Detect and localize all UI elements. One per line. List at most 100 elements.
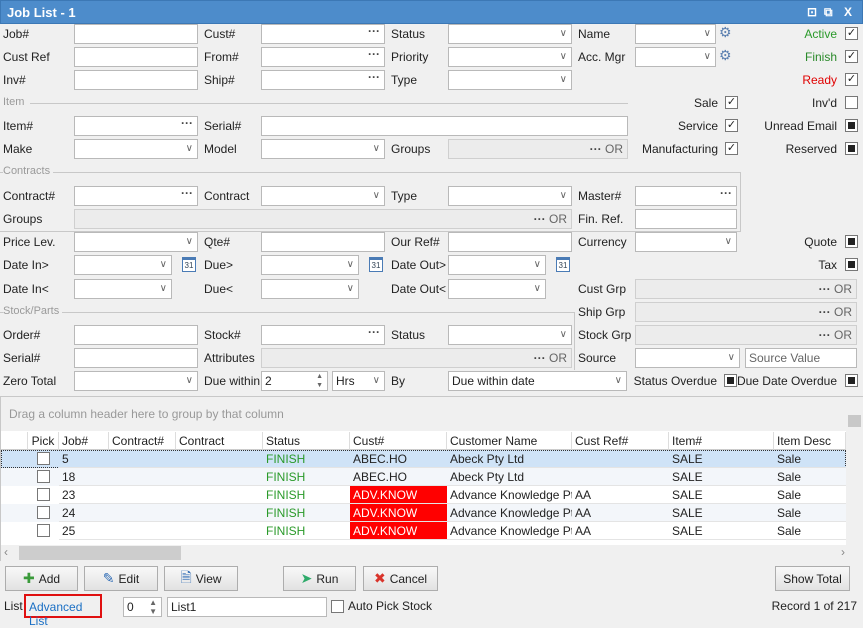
ready-checkbox[interactable]: ✓ <box>845 73 858 86</box>
serial-no-input[interactable] <box>261 116 628 136</box>
status-overdue-checkbox[interactable] <box>724 374 737 387</box>
column-header[interactable]: Item# <box>669 432 774 450</box>
date-in-lt-dropdown[interactable]: ∨ <box>74 279 172 299</box>
gear-icon[interactable]: ⚙ <box>719 24 732 41</box>
cancel-button[interactable]: ✖ Cancel <box>363 566 438 591</box>
price-lev-dropdown[interactable]: ∨ <box>74 232 198 252</box>
ellipsis-icon[interactable]: ··· <box>368 71 380 86</box>
type-dropdown[interactable]: ∨ <box>448 70 572 90</box>
from-no-input[interactable]: ··· <box>261 47 385 67</box>
cust-grp-input[interactable]: ··· OR <box>635 279 857 299</box>
column-header[interactable]: Customer Name <box>447 432 572 450</box>
date-out-lt-dropdown[interactable]: ∨ <box>448 279 546 299</box>
or-toggle[interactable]: ··· OR <box>819 303 852 321</box>
qte-no-input[interactable] <box>261 232 385 252</box>
table-row[interactable]: 24 FINISH ADV.KNOW Advance Knowledge Pty AA S… <box>1 504 846 522</box>
invd-checkbox[interactable] <box>845 96 858 109</box>
cust-no-input[interactable]: ··· <box>261 24 385 44</box>
acc-mgr-dropdown[interactable]: ∨ <box>635 47 716 67</box>
date-out-gt-dropdown[interactable]: ∨ <box>448 255 546 275</box>
model-dropdown[interactable]: ∨ <box>261 139 385 159</box>
due-unit-dropdown[interactable]: Hrs ∨ <box>332 371 385 391</box>
ship-no-input[interactable]: ··· <box>261 70 385 90</box>
table-row[interactable]: 5 FINISH ABEC.HO Abeck Pty Ltd SALE Sale <box>1 450 846 468</box>
job-no-input[interactable] <box>74 24 198 44</box>
cell-item: SALE <box>669 522 774 540</box>
cust-ref-input[interactable] <box>74 47 198 67</box>
inv-no-input[interactable] <box>74 70 198 90</box>
pick-checkbox[interactable] <box>37 506 50 519</box>
vertical-scrollbar[interactable] <box>846 397 863 545</box>
due-gt-dropdown[interactable]: ∨ <box>261 255 359 275</box>
close-button[interactable]: X <box>844 5 852 19</box>
currency-dropdown[interactable]: ∨ <box>635 232 737 252</box>
job-no-label: Job# <box>3 27 30 41</box>
zero-total-dropdown[interactable]: ∨ <box>74 371 198 391</box>
gear-icon[interactable]: ⚙ <box>719 47 732 64</box>
finish-checkbox[interactable]: ✓ <box>845 50 858 63</box>
column-header[interactable]: Contract# <box>109 432 176 450</box>
tax-checkbox[interactable] <box>845 258 858 271</box>
date-in-gt-dropdown[interactable]: ∨ <box>74 255 172 275</box>
column-header[interactable]: Pick <box>28 432 59 450</box>
due-date-overdue-checkbox[interactable] <box>845 374 858 387</box>
or-toggle[interactable]: ··· OR <box>819 280 852 298</box>
priority-dropdown[interactable]: ∨ <box>448 47 572 67</box>
pick-checkbox[interactable] <box>37 470 50 483</box>
table-row[interactable]: 23 FINISH ADV.KNOW Advance Knowledge Pty AA S… <box>1 486 846 504</box>
groups-input[interactable]: ··· OR <box>448 139 628 159</box>
column-header[interactable]: Contract <box>176 432 263 450</box>
calendar-icon[interactable]: 31 <box>556 257 570 272</box>
our-ref-input[interactable] <box>448 232 572 252</box>
column-header[interactable]: Item Desc <box>774 432 846 450</box>
column-header[interactable]: Job# <box>59 432 109 450</box>
pin-icon[interactable]: ⊡ <box>807 5 817 19</box>
active-checkbox[interactable]: ✓ <box>845 27 858 40</box>
ellipsis-icon[interactable]: ··· <box>368 25 380 40</box>
ellipsis-icon[interactable]: ··· <box>181 117 193 132</box>
scrollbar-thumb[interactable] <box>19 546 181 560</box>
status-dropdown[interactable]: ∨ <box>448 24 572 44</box>
add-button[interactable]: ✚ Add <box>5 566 78 591</box>
unread-email-checkbox[interactable] <box>845 119 858 132</box>
list-name-input[interactable]: List1 <box>167 597 327 617</box>
due-lt-dropdown[interactable]: ∨ <box>261 279 359 299</box>
or-toggle[interactable]: ··· OR <box>590 140 623 158</box>
auto-pick-stock-checkbox[interactable] <box>331 600 344 613</box>
by-dropdown[interactable]: Due within date ∨ <box>448 371 627 391</box>
or-toggle[interactable]: ··· OR <box>819 326 852 344</box>
sale-label: Sale <box>693 96 718 110</box>
run-button[interactable]: ➤ Run <box>283 566 356 591</box>
manufacturing-checkbox[interactable]: ✓ <box>725 142 738 155</box>
service-checkbox[interactable]: ✓ <box>725 119 738 132</box>
ship-grp-input[interactable]: ··· OR <box>635 302 857 322</box>
reserved-checkbox[interactable] <box>845 142 858 155</box>
show-total-button[interactable]: Show Total <box>775 566 850 591</box>
column-header[interactable]: Cust Ref# <box>572 432 669 450</box>
calendar-icon[interactable]: 31 <box>182 257 196 272</box>
ellipsis-icon[interactable]: ··· <box>368 48 380 63</box>
column-header[interactable]: Status <box>263 432 350 450</box>
pick-checkbox[interactable] <box>37 488 50 501</box>
pick-checkbox[interactable] <box>37 452 50 465</box>
make-dropdown[interactable]: ∨ <box>74 139 198 159</box>
name-dropdown[interactable]: ∨ <box>635 24 716 44</box>
quote-checkbox[interactable] <box>845 235 858 248</box>
table-row[interactable]: 18 FINISH ABEC.HO Abeck Pty Ltd SALE Sale <box>1 468 846 486</box>
due-within-spinner[interactable]: 2 ▲ ▼ <box>261 371 328 391</box>
sale-checkbox[interactable]: ✓ <box>725 96 738 109</box>
table-row[interactable]: 25 FINISH ADV.KNOW Advance Knowledge Pty AA S… <box>1 522 846 540</box>
item-no-input[interactable]: ··· <box>74 116 198 136</box>
pick-checkbox[interactable] <box>37 524 50 537</box>
calendar-icon[interactable]: 31 <box>369 257 383 272</box>
advanced-list-link[interactable]: Advanced List <box>24 594 102 628</box>
view-button[interactable]: 🗎 View <box>164 566 238 591</box>
column-header[interactable]: Cust# <box>350 432 447 450</box>
source-value-input[interactable]: Source Value <box>745 348 857 368</box>
restore-icon[interactable]: ⧉ <box>824 5 833 20</box>
list-number-spinner[interactable]: 0 ▲ ▼ <box>123 597 162 617</box>
edit-button[interactable]: ✎ Edit <box>84 566 158 591</box>
stock-grp-input[interactable]: ··· OR <box>635 325 857 345</box>
horizontal-scrollbar[interactable]: ‹ › <box>1 545 863 561</box>
source-dropdown[interactable]: ∨ <box>635 348 740 368</box>
